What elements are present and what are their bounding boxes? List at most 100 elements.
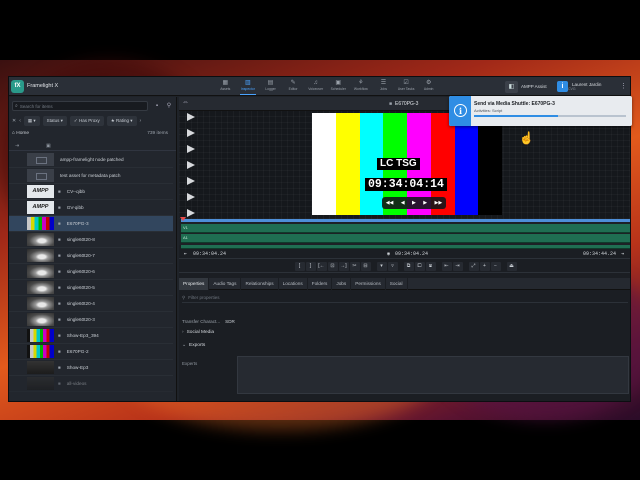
nav-assets[interactable]: ▦ Assets: [214, 78, 237, 95]
exports-section[interactable]: ⌄ Exports: [182, 343, 205, 348]
list-item[interactable]: ■ single60t20-4: [9, 296, 173, 312]
tab-locations[interactable]: Locations: [279, 278, 308, 290]
tab-social[interactable]: Social: [386, 278, 408, 290]
list-item[interactable]: ■ Show-Ep3: [9, 360, 173, 376]
cut-icon[interactable]: ✂: [349, 262, 360, 271]
item-thumbnail[interactable]: [27, 377, 54, 390]
notification-toast[interactable]: i Send via Media Shuttle: E670PG-3 Activ…: [449, 96, 632, 126]
social-media-section[interactable]: › Social Media: [182, 330, 214, 335]
clip-icon[interactable]: ⊡: [327, 262, 338, 271]
play-icon[interactable]: ▶: [412, 200, 416, 206]
marker-icon[interactable]: [187, 145, 195, 153]
nav-voiceover[interactable]: ♫ Voiceover: [304, 78, 327, 95]
go-in-icon[interactable]: [←: [316, 262, 327, 271]
filter-icon[interactable]: ⚲: [164, 101, 174, 111]
list-item[interactable]: ■ single60t20-7: [9, 248, 173, 264]
experts-textarea[interactable]: [237, 356, 629, 394]
nav-user-tasks[interactable]: ☑ User Tasks: [395, 78, 418, 95]
item-thumbnail[interactable]: [27, 153, 54, 166]
has-proxy-filter[interactable]: ✓ Has Proxy: [69, 116, 104, 126]
marker-icon[interactable]: [187, 177, 195, 185]
timeline-ruler[interactable]: [181, 219, 630, 222]
track-a1[interactable]: A1: [181, 234, 630, 243]
paste-icon[interactable]: ⧈: [425, 262, 436, 271]
list-item[interactable]: ■ E670PG-2: [9, 344, 173, 360]
add-marker-icon[interactable]: ▾: [376, 262, 387, 271]
info-icon[interactable]: i: [557, 81, 568, 92]
expand-all-icon[interactable]: ⇥: [15, 143, 19, 149]
list-item[interactable]: ■ single60t20-8: [9, 232, 173, 248]
list-item[interactable]: ■ single60t20-6: [9, 264, 173, 280]
chevron-left-icon[interactable]: ‹: [19, 116, 21, 126]
subclip-icon[interactable]: ⧉: [403, 262, 414, 271]
list-item[interactable]: ■ single60t20-3: [9, 312, 173, 328]
trim-icon[interactable]: ⊟: [360, 262, 371, 271]
marker-icon[interactable]: [187, 113, 195, 121]
list-item[interactable]: ■ single60t20-5: [9, 280, 173, 296]
item-thumbnail[interactable]: [27, 169, 54, 182]
nav-jobs[interactable]: ☰ Jobs: [372, 78, 395, 95]
tab-jobs[interactable]: Jobs: [332, 278, 352, 290]
list-item[interactable]: ampp-framelight node patched: [9, 152, 173, 168]
list-item[interactable]: AMPP ■ CV--qibb: [9, 184, 173, 200]
item-thumbnail[interactable]: [27, 217, 54, 230]
app-logo-icon[interactable]: fX: [11, 80, 24, 93]
marker-icon[interactable]: [187, 129, 195, 137]
nav-workflow[interactable]: ⚘ Workflow: [350, 78, 373, 95]
save-icon[interactable]: ▪: [152, 101, 162, 111]
zoom-fit-icon[interactable]: ⤢: [468, 262, 479, 271]
step-forward-icon[interactable]: ▶: [423, 200, 427, 206]
nav-logger[interactable]: ▤ Logger: [259, 78, 282, 95]
step-back-icon[interactable]: ◀: [401, 200, 405, 206]
expand-icon[interactable]: ⇔: [182, 99, 189, 106]
prev-marker-icon[interactable]: ⇤: [441, 262, 452, 271]
item-thumbnail[interactable]: [27, 329, 54, 342]
chevron-right-icon[interactable]: ›: [140, 116, 142, 126]
apps-grid-icon[interactable]: ⋮⋮: [620, 82, 630, 90]
item-thumbnail[interactable]: AMPP: [27, 201, 54, 214]
zoom-out-icon[interactable]: −: [490, 262, 501, 271]
nav-scheduler[interactable]: ▣ Scheduler: [327, 78, 350, 95]
eject-icon[interactable]: ⏏: [506, 262, 517, 271]
nav-inspector[interactable]: ▥ Inspector: [237, 78, 260, 95]
list-item[interactable]: AMPP ■ GV-qibb: [9, 200, 173, 216]
mark-out-icon[interactable]: ]: [305, 262, 316, 271]
playhead-icon[interactable]: [180, 217, 186, 221]
copy-icon[interactable]: ⧠: [414, 262, 425, 271]
zoom-in-icon[interactable]: +: [479, 262, 490, 271]
timeline[interactable]: V1 A1: [179, 217, 630, 245]
skip-back-icon[interactable]: ◀◀: [386, 200, 394, 206]
tab-properties[interactable]: Properties: [179, 278, 210, 290]
rating-filter[interactable]: ★ Rating ▾: [106, 116, 137, 126]
mark-in-icon[interactable]: [: [294, 262, 305, 271]
item-thumbnail[interactable]: [27, 313, 54, 326]
list-item[interactable]: test asset for metadata patch: [9, 168, 173, 184]
item-thumbnail[interactable]: [27, 345, 54, 358]
ampp-assist-button[interactable]: ◧ AMPP Assist: [505, 80, 547, 93]
tab-relationships[interactable]: Relationships: [241, 278, 279, 290]
status-filter[interactable]: Status ▾: [42, 116, 67, 126]
track-v1[interactable]: V1: [181, 224, 630, 233]
nav-admin[interactable]: ⚙ Admin: [417, 78, 440, 95]
item-thumbnail[interactable]: [27, 249, 54, 262]
item-thumbnail[interactable]: [27, 281, 54, 294]
search-input[interactable]: [19, 103, 140, 109]
list-item[interactable]: ■ Show-Ep3_394: [9, 328, 173, 344]
filter-properties-field[interactable]: ⚲ Filter properties: [182, 293, 628, 303]
search-box[interactable]: ⌕: [12, 101, 148, 111]
user-menu[interactable]: i Laurent Jardin CVG: [557, 80, 601, 93]
tab-audio-tags[interactable]: Audio Tags: [209, 278, 242, 290]
collapse-icon[interactable]: ✕: [12, 116, 16, 126]
item-thumbnail[interactable]: [27, 361, 54, 374]
marker-icon[interactable]: [187, 209, 195, 217]
item-thumbnail[interactable]: [27, 233, 54, 246]
item-thumbnail[interactable]: AMPP: [27, 185, 54, 198]
next-marker-icon[interactable]: ⇥: [452, 262, 463, 271]
nav-editor[interactable]: ✎ Editor: [282, 78, 305, 95]
item-thumbnail[interactable]: [27, 265, 54, 278]
video-viewer[interactable]: LC TSG 09:34:04:14 ◀◀ ◀ ▶ ▶ ▶▶ ☝: [179, 111, 630, 219]
marker-icon[interactable]: [187, 193, 195, 201]
view-toggle-button[interactable]: ▦ ▾: [23, 116, 40, 126]
list-item[interactable]: ■ E670PG-3: [9, 216, 173, 232]
tab-folders[interactable]: Folders: [308, 278, 333, 290]
